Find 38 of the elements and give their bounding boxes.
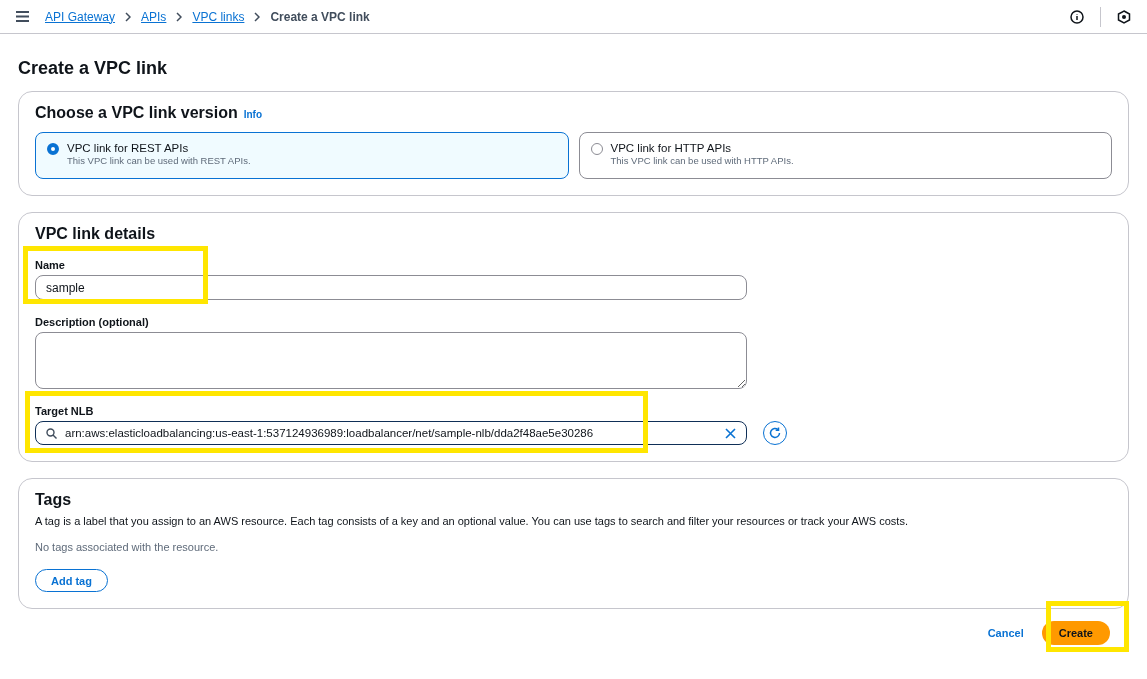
option-description: This VPC link can be used with REST APIs. <box>67 155 251 166</box>
option-description: This VPC link can be used with HTTP APIs. <box>610 155 794 166</box>
hexagon-icon[interactable] <box>1117 9 1131 24</box>
name-input-field[interactable]: sample <box>35 275 747 300</box>
field-label: Description (optional) <box>35 316 149 328</box>
cancel-link[interactable]: Cancel <box>987 627 1024 639</box>
add-tag-button[interactable]: Add tag <box>35 569 108 592</box>
refresh-button[interactable] <box>763 421 787 445</box>
info-icon[interactable] <box>1070 9 1084 24</box>
info-link[interactable]: Info <box>243 109 263 120</box>
clear-icon[interactable] <box>725 427 736 439</box>
radio-button[interactable] <box>590 143 603 155</box>
breadcrumb-link[interactable]: APIs <box>141 9 167 24</box>
refresh-icon <box>769 427 781 439</box>
chevron-right-icon <box>176 11 183 22</box>
description-input-field[interactable] <box>35 332 747 389</box>
section-title: Tags <box>35 491 73 509</box>
field-label: Name <box>35 259 65 271</box>
tags-description: A tag is a label that you assign to an AWS resource. Each tag consists of a key and an optional value. You can use tags to search and filter your resources or track your AWS costs. <box>35 515 909 527</box>
menu-icon[interactable] <box>16 11 29 22</box>
field-label: Target NLB <box>35 405 94 417</box>
radio-button[interactable] <box>47 143 59 155</box>
option-label: VPC link for REST APIs <box>67 142 190 154</box>
search-icon <box>46 427 57 439</box>
create-button[interactable]: Create <box>1041 621 1110 645</box>
version-option[interactable]: VPC link for REST APIs This VPC link can be used with REST APIs. <box>35 132 569 179</box>
section-title: Choose a VPC link version <box>35 104 238 122</box>
empty-state-text: No tags associated with the resource. <box>35 541 220 553</box>
page-title: Create a VPC link <box>18 58 169 79</box>
chevron-right-icon <box>125 11 132 22</box>
chevron-right-icon <box>254 11 261 22</box>
breadcrumb-link[interactable]: Create a VPC link <box>270 9 370 24</box>
breadcrumb-link[interactable]: VPC links <box>192 9 245 24</box>
version-option[interactable]: VPC link for HTTP APIs This VPC link can be used with HTTP APIs. <box>578 132 1112 179</box>
option-label: VPC link for HTTP APIs <box>610 142 733 154</box>
breadcrumb-link[interactable]: API Gateway <box>45 9 116 24</box>
target-nlb-search-field[interactable]: arn:aws:elasticloadbalancing:us-east-1:537124936989:loadbalancer/net/sample-nlb/dda2f48ae5e30286 <box>35 421 747 445</box>
section-title: VPC link details <box>35 225 157 243</box>
